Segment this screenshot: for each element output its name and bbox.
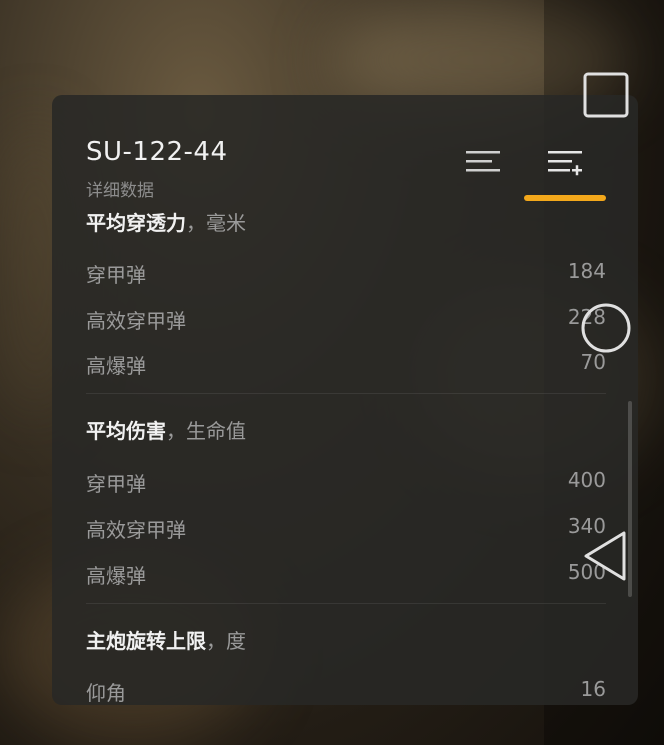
recent-apps-button[interactable]	[583, 72, 629, 118]
tab-list[interactable]	[464, 147, 504, 177]
scrollbar[interactable]	[628, 401, 632, 597]
row-label: 高爆弹	[86, 564, 146, 588]
section-header-penetration: 平均穿透力，毫米	[86, 211, 246, 235]
section-header-damage: 平均伤害，生命值	[86, 419, 246, 443]
list-plus-icon	[548, 151, 582, 176]
row-label: 穿甲弹	[86, 263, 146, 287]
row-value: 184	[567, 259, 606, 283]
row-label: 仰角	[86, 681, 126, 705]
section-divider	[86, 603, 606, 604]
triangle-icon	[584, 531, 626, 581]
row-label: 高效穿甲弹	[86, 518, 186, 542]
list-icon	[466, 151, 500, 172]
home-button[interactable]	[580, 302, 632, 354]
section-header-gun-arc: 主炮旋转上限，度	[86, 629, 246, 653]
row-label: 高爆弹	[86, 354, 146, 378]
square-icon	[583, 72, 629, 118]
row-value: 400	[567, 468, 606, 492]
panel-subtitle: 详细数据	[86, 181, 154, 201]
row-label: 穿甲弹	[86, 472, 146, 496]
circle-icon	[581, 303, 631, 353]
active-tab-indicator	[524, 195, 606, 201]
detail-panel: SU-122-44 详细数据 平均穿透力，毫米 穿甲弹 184 高效穿甲弹 22…	[52, 95, 638, 705]
tab-list-plus[interactable]	[546, 147, 586, 177]
vehicle-title: SU-122-44	[86, 137, 228, 167]
back-button[interactable]	[582, 530, 628, 582]
section-divider	[86, 393, 606, 394]
row-value: 16	[580, 677, 606, 701]
row-label: 高效穿甲弹	[86, 309, 186, 333]
